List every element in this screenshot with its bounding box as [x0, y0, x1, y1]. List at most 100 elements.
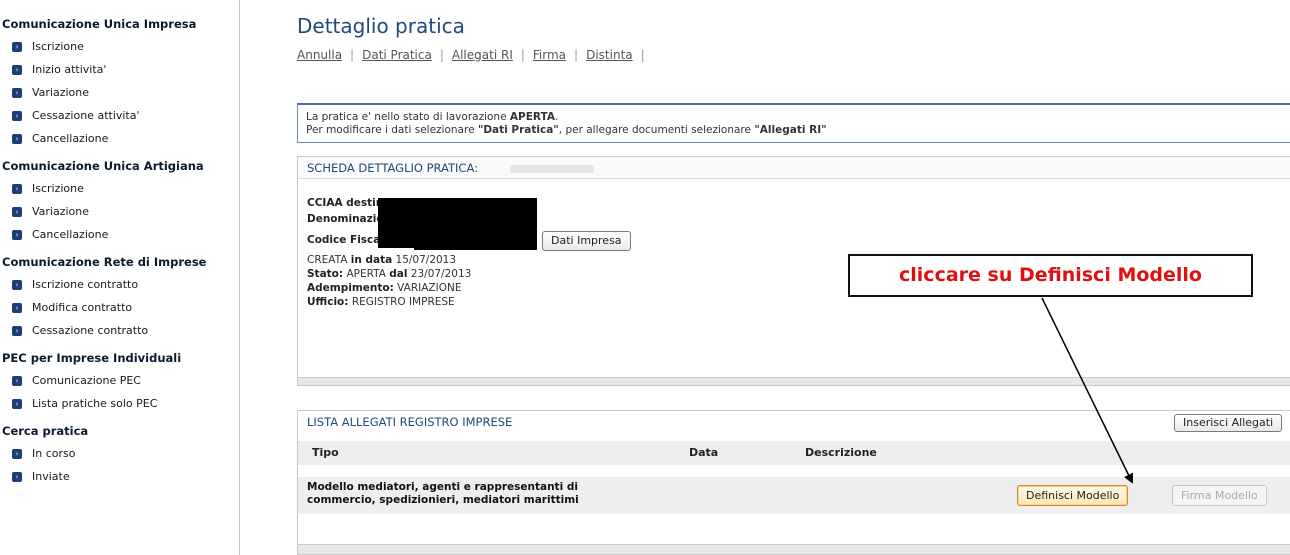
sidebar-item-label: Iscrizione — [32, 40, 84, 53]
arrow-right-icon: › — [12, 183, 22, 194]
arrow-right-icon: › — [12, 398, 22, 409]
column-descrizione: Descrizione — [805, 446, 877, 459]
arrow-right-icon: › — [12, 279, 22, 290]
arrow-right-icon: › — [12, 448, 22, 459]
sidebar-item-label: Cessazione attivita' — [32, 109, 140, 122]
creata-prefix: CREATA — [307, 254, 351, 266]
sidebar-item[interactable]: › Iscrizione — [0, 35, 239, 58]
creata-value: 15/07/2013 — [392, 254, 457, 266]
row-tipo-cell: Modello mediatori, agenti e rappresentan… — [307, 481, 579, 507]
sidebar-item[interactable]: › Cessazione attivita' — [0, 104, 239, 127]
sidebar-item[interactable]: › In corso — [0, 442, 239, 465]
nav-link[interactable]: Firma — [533, 48, 566, 62]
info-box: La pratica e' nello stato di lavorazione… — [297, 103, 1290, 143]
nav-link[interactable]: Annulla — [297, 48, 342, 62]
info-state: APERTA — [509, 111, 555, 123]
nav-link[interactable]: Distinta — [586, 48, 633, 62]
adempimento-label: Adempimento: — [307, 282, 394, 294]
sidebar-item-label: Comunicazione PEC — [32, 374, 141, 387]
sidebar-item-label: In corso — [32, 447, 76, 460]
ufficio-row: Ufficio: REGISTRO IMPRESE — [307, 296, 455, 308]
sidebar-item-label: Inizio attivita' — [32, 63, 107, 76]
firma-modello-button[interactable]: Firma Modello — [1172, 485, 1267, 506]
inserisci-allegati-button[interactable]: Inserisci Allegati — [1174, 414, 1283, 432]
sidebar-item-label: Variazione — [32, 205, 90, 218]
creata-label: in data — [350, 254, 393, 266]
adempimento-row: Adempimento: VARIAZIONE — [307, 282, 461, 294]
allegati-header: LISTA ALLEGATI REGISTRO IMPRESE — [298, 411, 1290, 433]
sidebar-item-label: Lista pratiche solo PEC — [32, 397, 158, 410]
info-text: Per modificare i dati selezionare — [306, 124, 478, 136]
sidebar-item[interactable]: › Lista pratiche solo PEC — [0, 392, 239, 415]
arrow-right-icon: › — [12, 110, 22, 121]
sidebar-item-label: Iscrizione — [32, 182, 84, 195]
sidebar-item[interactable]: › Iscrizione — [0, 177, 239, 200]
arrow-right-icon: › — [12, 87, 22, 98]
redaction-block — [414, 231, 537, 250]
sidebar-item-label: Cancellazione — [32, 228, 109, 241]
stato-dal-value: 23/07/2013 — [407, 268, 472, 280]
sidebar-item[interactable]: › Variazione — [0, 200, 239, 223]
table-row: Modello mediatori, agenti e rappresentan… — [298, 477, 1290, 514]
info-text: , per allegare documenti selezionare — [558, 124, 755, 136]
sidebar-item[interactable]: › Comunicazione PEC — [0, 369, 239, 392]
sidebar-item-label: Inviate — [32, 470, 70, 483]
annotation-callout: cliccare su Definisci Modello — [848, 254, 1253, 297]
sidebar-item[interactable]: › Inviate — [0, 465, 239, 488]
nav-link[interactable]: Dati Pratica — [362, 48, 432, 62]
sidebar-section-title: Comunicazione Unica Impresa — [2, 17, 197, 31]
sidebar-section-title: Comunicazione Rete di Imprese — [2, 255, 207, 269]
dati-impresa-button[interactable]: Dati Impresa — [542, 231, 631, 251]
arrow-right-icon: › — [12, 41, 22, 52]
sidebar-section-title: Comunicazione Unica Artigiana — [2, 159, 204, 173]
redacted-code — [510, 165, 594, 173]
sidebar-item-label: Variazione — [32, 86, 90, 99]
creata-row: CREATA in data 15/07/2013 — [307, 254, 456, 266]
stato-row: Stato: APERTA dal 23/07/2013 — [307, 268, 471, 280]
sidebar-item-label: Iscrizione contratto — [32, 278, 139, 291]
nav-separator: | — [439, 48, 444, 62]
sidebar-item[interactable]: › Cancellazione — [0, 127, 239, 150]
adempimento-value: VARIAZIONE — [393, 282, 462, 294]
row-tipo-line-2: commercio, spedizionieri, mediatori mari… — [307, 494, 579, 506]
arrow-right-icon: › — [12, 64, 22, 75]
sidebar-item-label: Modifica contratto — [32, 301, 133, 314]
allegati-footer-bar — [298, 544, 1290, 554]
stato-label: Stato: — [307, 268, 344, 280]
sidebar-section-title: PEC per Imprese Individuali — [2, 351, 182, 365]
nav-separator: | — [574, 48, 579, 62]
info-highlight-allegati: "Allegati RI" — [754, 124, 827, 136]
info-text-end: . — [554, 111, 559, 123]
sidebar-item-label: Cancellazione — [32, 132, 109, 145]
nav-link[interactable]: Allegati RI — [452, 48, 513, 62]
allegati-panel: LISTA ALLEGATI REGISTRO IMPRESE Inserisc… — [297, 410, 1290, 555]
sidebar-item[interactable]: › Cancellazione — [0, 223, 239, 246]
nav-separator: | — [350, 48, 355, 62]
sidebar-item-label: Cessazione contratto — [32, 324, 149, 337]
sidebar-item[interactable]: › Cessazione contratto — [0, 319, 239, 342]
info-line-2: Per modificare i dati selezionare "Dati … — [306, 124, 1290, 137]
nav-separator: | — [520, 48, 525, 62]
arrow-right-icon: › — [12, 133, 22, 144]
column-tipo: Tipo — [312, 446, 339, 459]
scheda-header: SCHEDA DETTAGLIO PRATICA: — [298, 157, 1290, 179]
definisci-modello-button[interactable]: Definisci Modello — [1017, 485, 1129, 506]
breadcrumb-nav: Annulla | Dati Pratica | Allegati RI | Firma | D… — [297, 48, 653, 62]
arrow-right-icon: › — [12, 206, 22, 217]
sidebar-item[interactable]: › Inizio attivita' — [0, 58, 239, 81]
sidebar-item[interactable]: › Iscrizione contratto — [0, 273, 239, 296]
info-text: La pratica e' nello stato di lavorazione — [306, 111, 510, 123]
arrow-right-icon: › — [12, 471, 22, 482]
scheda-header-label: SCHEDA DETTAGLIO PRATICA: — [307, 161, 478, 175]
sidebar: Comunicazione Unica Impresa › Iscrizione › I… — [0, 0, 240, 555]
ufficio-label: Ufficio: — [307, 296, 349, 308]
nav-separator: | — [640, 48, 645, 62]
allegati-header-label: LISTA ALLEGATI REGISTRO IMPRESE — [307, 415, 513, 429]
sidebar-item[interactable]: › Variazione — [0, 81, 239, 104]
sidebar-item[interactable]: › Modifica contratto — [0, 296, 239, 319]
stato-value: APERTA — [343, 268, 390, 280]
table-header-row: Tipo Data Descrizione — [298, 441, 1290, 465]
info-highlight-dati: "Dati Pratica" — [477, 124, 559, 136]
scheda-footer-bar — [298, 377, 1290, 385]
stato-dal-label: dal — [389, 268, 408, 280]
